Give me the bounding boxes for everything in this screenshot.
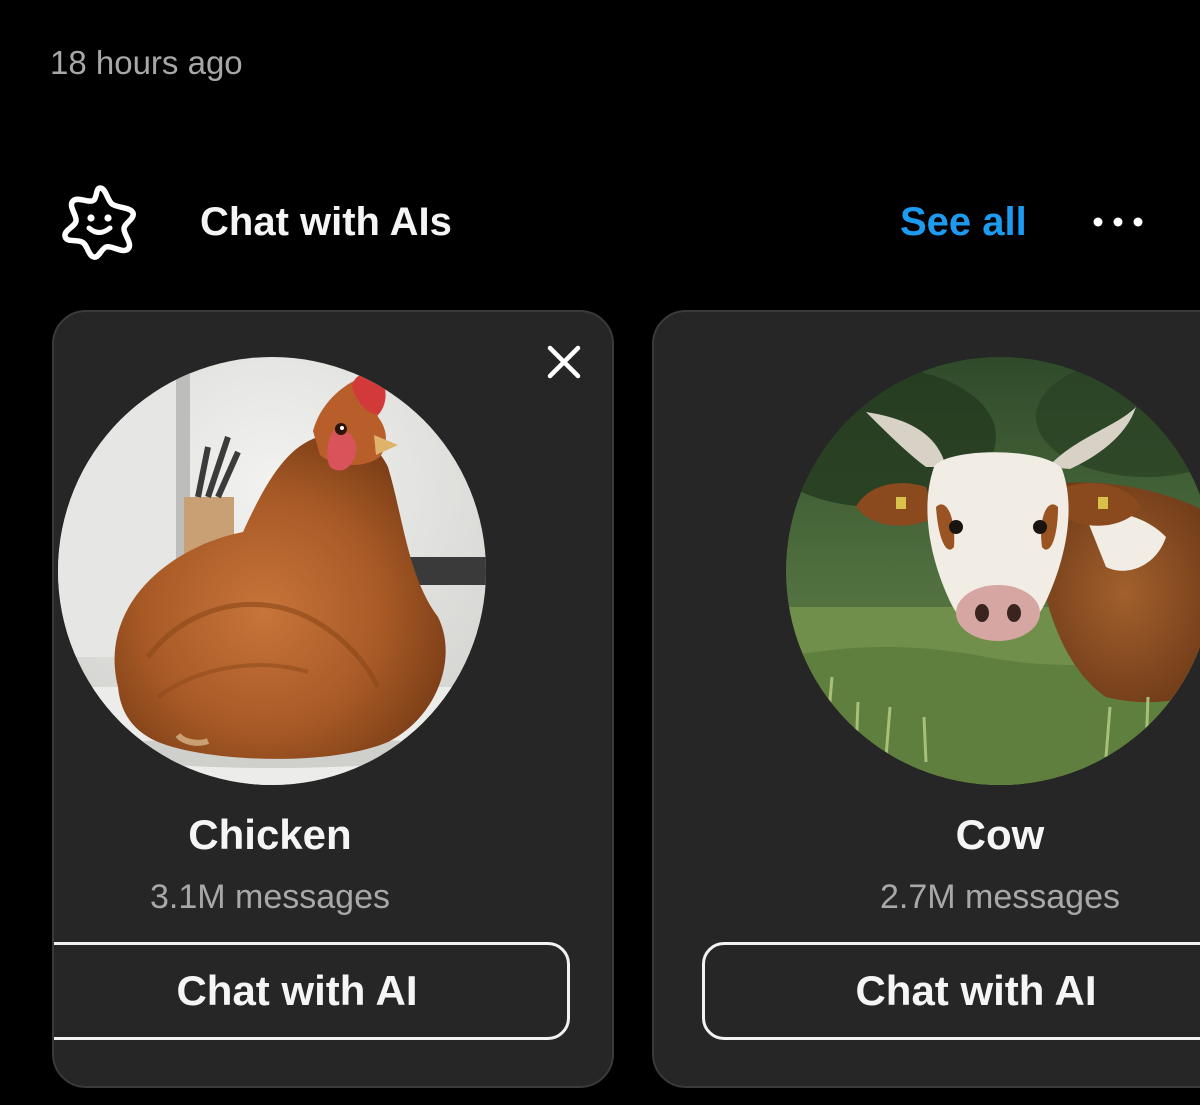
ai-card-chicken[interactable]: Chicken 3.1M messages Chat with AI (52, 310, 614, 1088)
cow-photo (786, 357, 1200, 785)
message-count: 2.7M messages (880, 878, 1120, 916)
ai-sparkle-face-icon (60, 182, 140, 262)
chicken-avatar (58, 357, 486, 785)
ai-name: Chicken (188, 811, 352, 858)
close-icon (547, 345, 581, 379)
more-options-button[interactable] (1090, 206, 1146, 238)
ai-chat-section-header: Chat with AIs See all (0, 180, 1200, 264)
chicken-photo (58, 357, 486, 785)
chat-with-ai-button[interactable]: Chat with AI (702, 942, 1200, 1040)
chat-button-label: Chat with AI (176, 967, 418, 1014)
ai-card-cow[interactable]: Cow 2.7M messages Chat with AI (652, 310, 1200, 1088)
dismiss-card-button[interactable] (544, 342, 584, 382)
ai-name: Cow (955, 811, 1045, 858)
chat-button-label: Chat with AI (855, 967, 1097, 1014)
message-count: 3.1M messages (150, 878, 390, 916)
section-title: Chat with AIs (200, 200, 452, 244)
more-horizontal-icon (1093, 217, 1143, 227)
cow-avatar (786, 357, 1200, 785)
chat-with-ai-button[interactable]: Chat with AI (54, 942, 570, 1040)
post-timestamp: 18 hours ago (50, 44, 243, 81)
see-all-link[interactable]: See all (900, 197, 1027, 247)
